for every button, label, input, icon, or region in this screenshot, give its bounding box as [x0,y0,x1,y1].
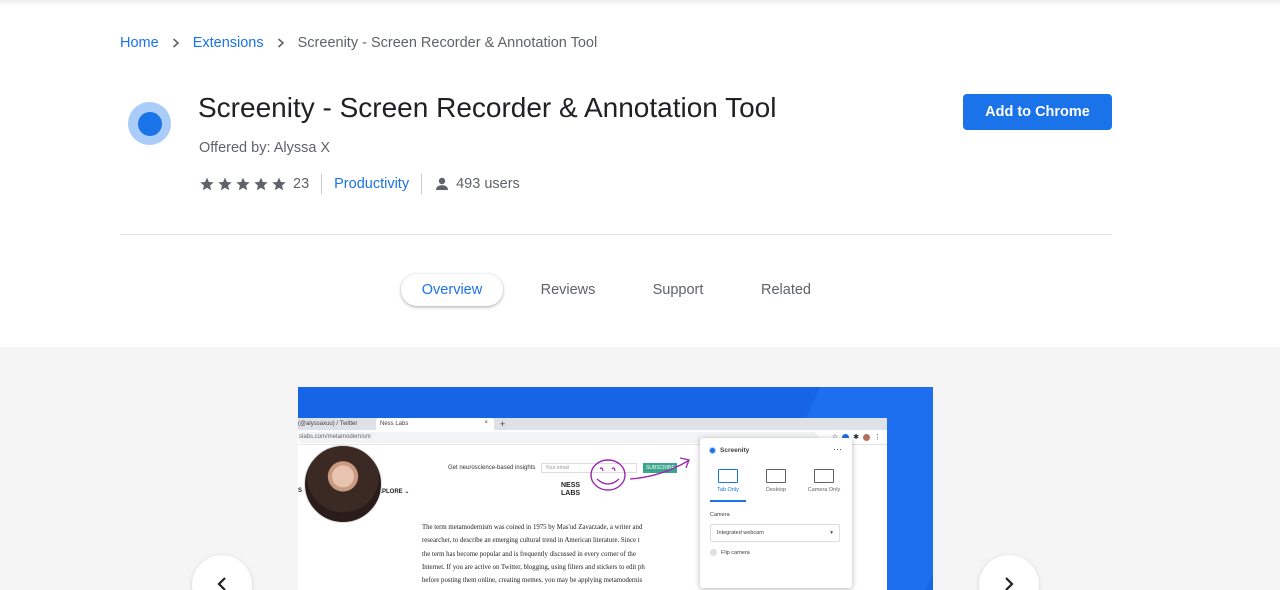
screenity-popup: Screenity ··· Tab Only Desktop Camera On… [700,438,852,588]
article-line: researcher, to describe an emerging cult… [422,537,640,545]
popup-header: Screenity [709,447,749,454]
gallery-prev-button[interactable] [192,555,252,590]
plus-icon: + [500,419,506,429]
screenshot-tab-twitter: (@alyssaxuu) / Twitter [298,421,358,427]
rating-stars[interactable] [199,176,287,192]
recording-modes: Tab Only Desktop Camera Only [708,469,844,493]
category-link[interactable]: Productivity [334,176,409,192]
chevron-right-icon [171,38,181,48]
camera-label: Camera [710,512,730,518]
toggle-icon [710,549,717,556]
nesslabs-logo: NESS LABS [561,482,581,497]
profile-avatar-icon [863,433,870,441]
article-line: The term metamodernism was coined in 197… [422,524,643,531]
screenshot-gallery: (@alyssaxuu) / Twitter Ness Labs × + sla… [0,347,1280,590]
article-line: before posting them online, creating mem… [422,577,643,585]
screenshot-nav-prefix: S [298,488,303,494]
camera-select: Integrated webcam ▾ [710,524,840,542]
smiley-annotation-icon [590,457,690,491]
screenshot-tab-bar: (@alyssaxuu) / Twitter Ness Labs × + [298,418,887,430]
more-vert-icon: ⋮ [874,434,881,441]
star-icon [254,177,268,191]
top-divider [0,0,1280,6]
monitor-icon [766,469,786,483]
webcam-avatar [304,445,382,523]
user-count: 493 users [456,176,520,192]
star-icon [272,177,286,191]
screenity-logo-icon [128,102,171,145]
mode-indicator [710,500,746,502]
breadcrumb: Home Extensions Screenity - Screen Recor… [120,35,597,51]
article-line: the term has become popular and is frequ… [422,550,636,558]
tab-related[interactable]: Related [746,274,826,306]
breadcrumb-home-link[interactable]: Home [120,35,159,51]
newsletter-text: Get neuroscience-based insights [448,465,536,471]
tab-reviews[interactable]: Reviews [528,274,608,306]
tab-overview[interactable]: Overview [401,274,503,306]
article-line: Internet. If you are active on Twitter, … [422,563,645,571]
puzzle-icon: ✱ [853,434,859,441]
divider [421,174,423,194]
chevron-right-icon [276,38,286,48]
header-divider [120,234,1112,235]
more-icon: ··· [833,444,842,454]
breadcrumb-extensions-link[interactable]: Extensions [193,35,264,51]
screenity-logo-icon [709,447,716,454]
star-icon [236,177,250,191]
star-icon [200,177,214,191]
gallery-next-button[interactable] [979,555,1039,590]
popup-title: Screenity [720,447,750,454]
extension-meta: 23 Productivity 493 users [199,173,520,195]
extension-title: Screenity - Screen Recorder & Annotation… [198,92,777,123]
flip-camera-toggle: Flip camera [710,549,750,556]
add-to-chrome-button[interactable]: Add to Chrome [963,94,1112,130]
screenshot-tab-nesslabs: Ness Labs × [376,418,494,430]
divider [321,174,323,194]
mode-desktop: Desktop [756,469,796,493]
gallery-screenshot[interactable]: (@alyssaxuu) / Twitter Ness Labs × + sla… [298,387,933,590]
chevron-left-icon [217,577,226,590]
chevron-right-icon [1005,577,1014,590]
breadcrumb-current: Screenity - Screen Recorder & Annotation… [297,35,598,51]
user-icon [436,177,449,190]
dropdown-icon: ▾ [830,530,833,536]
offered-by: Offered by: Alyssa X [199,140,331,156]
mode-camera-only: Camera Only [804,469,844,493]
star-icon [218,177,232,191]
tab-icon [718,469,738,483]
screenshot-article: The term metamodernism was coined in 197… [422,521,712,587]
rating-count[interactable]: 23 [293,176,309,192]
detail-tabs: Overview Reviews Support Related [0,274,1280,308]
tab-support[interactable]: Support [638,274,718,306]
camera-icon [814,469,834,483]
screenshot-tab-label: Ness Labs [380,421,409,427]
close-icon: × [484,420,488,426]
mode-tab-only: Tab Only [708,469,748,493]
